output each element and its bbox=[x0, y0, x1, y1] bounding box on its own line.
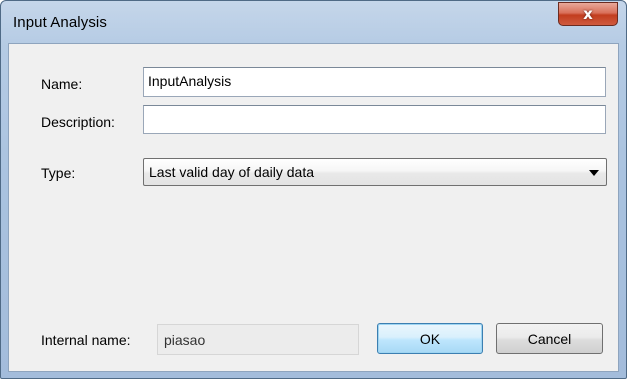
ok-button[interactable]: OK bbox=[377, 323, 483, 354]
dialog-body: Name: InputAnalysis Description: Type: L… bbox=[8, 43, 619, 372]
window-title: Input Analysis bbox=[13, 14, 107, 31]
name-input[interactable]: InputAnalysis bbox=[143, 67, 606, 97]
cancel-button[interactable]: Cancel bbox=[496, 323, 603, 354]
internal-name-label: Internal name: bbox=[41, 332, 131, 348]
type-label: Type: bbox=[41, 165, 76, 181]
internal-name-field: piasao bbox=[157, 324, 359, 355]
name-label: Name: bbox=[41, 76, 83, 92]
chevron-down-icon bbox=[589, 170, 599, 176]
description-label: Description: bbox=[41, 114, 115, 130]
dialog-window: Input Analysis x Name: InputAnalysis Des… bbox=[0, 0, 627, 379]
close-button[interactable]: x bbox=[558, 2, 618, 26]
close-icon: x bbox=[583, 5, 593, 23]
description-input[interactable] bbox=[143, 105, 606, 134]
type-select-value: Last valid day of daily data bbox=[149, 164, 314, 180]
title-bar[interactable]: Input Analysis x bbox=[1, 1, 626, 43]
type-select[interactable]: Last valid day of daily data bbox=[143, 158, 607, 186]
